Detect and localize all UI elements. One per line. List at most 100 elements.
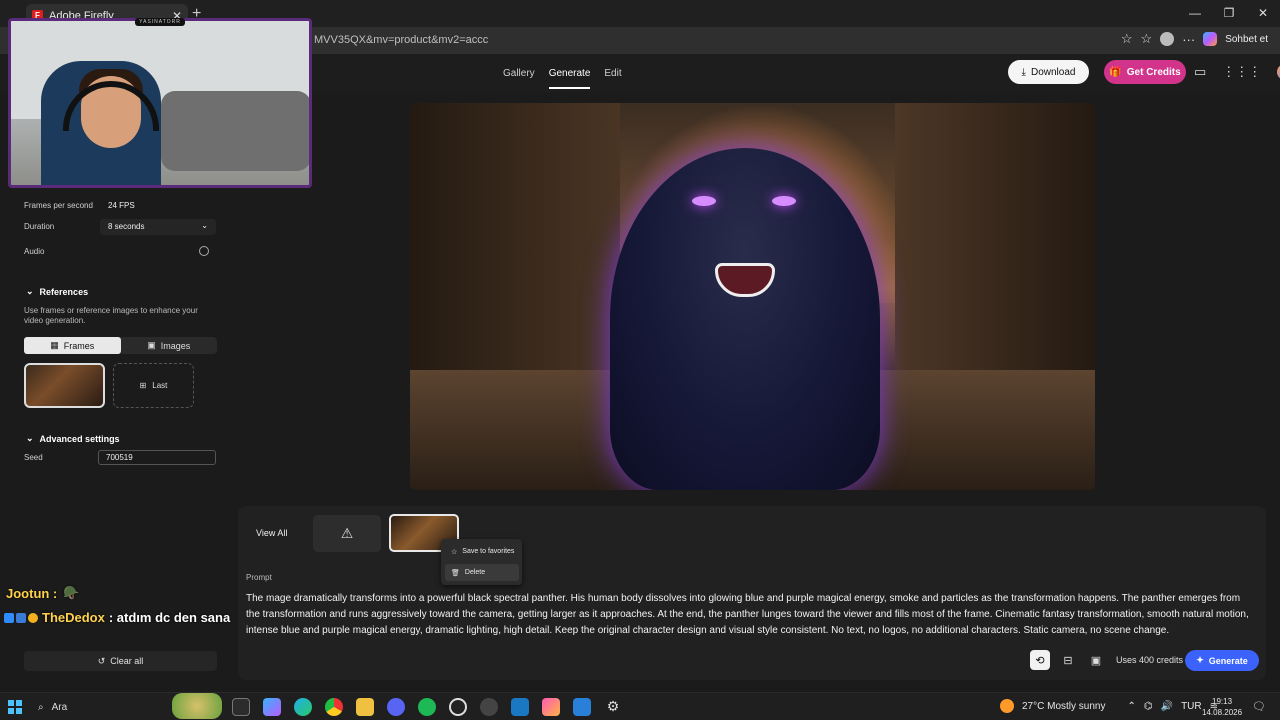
failed-result-tile[interactable]: ⚠ [313,515,381,552]
app-icon[interactable] [511,698,529,716]
video-settings-icon[interactable]: ▣ [1086,650,1106,670]
language-indicator[interactable]: TUR [1181,701,1202,712]
taskbar-clock[interactable]: 19:13 14.08.2026 [1202,696,1242,718]
tab-frames-label: Frames [63,340,95,351]
copilot-chat-label[interactable]: Sohbet et [1225,34,1268,45]
uses-credits-label: Uses 400 credits [1116,655,1184,665]
delete-item[interactable]: 🗑 Delete [445,564,519,581]
clear-all-button[interactable]: ↺ Clear all [24,651,217,671]
notification-icon[interactable]: 🗨 [1252,700,1266,713]
discord-icon[interactable] [387,698,405,716]
prompt-textarea[interactable]: The mage dramatically transforms into a … [246,591,1251,639]
panther-mouth [715,263,775,297]
close-window-icon[interactable]: ✕ [1246,0,1280,27]
more-options-icon[interactable]: ··· [1182,32,1195,47]
seed-input[interactable]: 700519 [98,450,216,465]
download-icon: ⤓ [1021,66,1026,78]
frames-icon: ▦ [50,340,59,350]
preview-panther [610,148,880,490]
view-all-link[interactable]: View All [256,528,287,538]
image-icon: ▣ [147,340,156,350]
copilot-icon[interactable] [1203,32,1218,46]
last-frame-slot[interactable]: ⊞ Last [113,363,194,408]
references-title: References [39,286,89,297]
references-description: Use frames or reference images to enhanc… [24,306,198,325]
webcam-overlay [8,18,312,188]
first-frame-thumbnail[interactable] [24,363,105,408]
edge-icon[interactable] [294,698,312,716]
taskbar-search-placeholder: Ara [51,701,68,713]
webcam-sofa [161,91,309,171]
apps-grid-icon[interactable]: ⋮⋮⋮ [1222,64,1261,80]
settings-gear-icon[interactable]: ⚙ [604,698,622,716]
save-to-favorites-label: Save to favorites [462,548,515,555]
spotify-icon[interactable] [418,698,436,716]
url-field[interactable]: MVV35QX&mv=product&mv2=accc [314,34,488,46]
system-tray: 27°C Mostly sunny ⌃ ⌬ 🔊 TUR ≋ [1000,699,1218,713]
tab-images[interactable]: ▣ Images [121,337,218,354]
minimize-icon[interactable]: — [1178,0,1212,27]
star-icon: ☆ [451,548,458,556]
weather-text[interactable]: 27°C Mostly sunny [1022,701,1105,712]
feedback-icon[interactable]: ▭ [1194,64,1206,80]
reference-type-toggle: ▦ Frames ▣ Images [24,337,217,354]
copilot-app-icon[interactable] [263,698,281,716]
search-icon: ⌕ [38,701,44,713]
aspect-ratio-icon[interactable]: ⊟ [1058,650,1078,670]
task-view-icon[interactable] [232,698,250,716]
fps-value[interactable]: 24 FPS [108,201,135,210]
search-highlight-image [172,693,222,719]
history-icon[interactable]: ⟲ [1030,650,1050,670]
download-button[interactable]: ⤓ Download [1008,60,1089,84]
weather-sun-icon [1000,699,1014,713]
last-frame-label: Last [152,381,168,390]
advanced-settings-header[interactable]: ⌄ Advanced settings [26,433,120,444]
badge-icon [4,612,14,623]
undo-icon: ↺ [97,655,106,666]
get-credits-button[interactable]: 🎁 Get Credits [1104,60,1186,84]
references-header[interactable]: ⌄ References [26,286,88,297]
app-icon[interactable] [480,698,498,716]
file-explorer-icon[interactable] [356,698,374,716]
chevron-up-icon[interactable]: ⌃ [1127,701,1135,712]
windows-start-icon[interactable] [8,700,22,714]
save-to-favorites-item[interactable]: ☆ Save to favorites [445,543,519,560]
app-icon[interactable] [573,698,591,716]
badge-icon [28,612,38,623]
duration-value: 8 seconds [108,222,145,231]
prompt-label: Prompt [246,573,272,582]
profile-avatar-icon[interactable] [1160,32,1175,46]
restore-icon[interactable]: ❐ [1212,0,1246,27]
favorite-star-icon[interactable]: ☆ [1121,31,1133,47]
generate-button[interactable]: ✦ Generate [1185,650,1259,671]
duration-select[interactable]: 8 seconds ⌄ [100,219,216,235]
chevron-down-icon: ⌄ [26,433,34,443]
nav-gallery[interactable]: Gallery [503,68,535,89]
app-icon[interactable] [449,698,467,716]
generated-video-preview[interactable] [410,103,1095,490]
delete-label: Delete [464,569,486,576]
chat-username: TheDedox [42,610,105,625]
volume-icon[interactable]: 🔊 [1161,701,1173,712]
audio-toggle[interactable] [199,246,209,256]
clock-time: 19:13 [1212,697,1233,706]
badge-icon [16,612,26,623]
fps-label: Frames per second [24,201,93,210]
taskbar-search[interactable]: ⌕ Ara [32,693,222,719]
nav-edit[interactable]: Edit [604,68,621,89]
collections-icon[interactable]: ☆ [1141,31,1153,47]
sparkle-icon: ✦ [1196,655,1204,665]
chat-badges [4,612,38,623]
get-credits-label: Get Credits [1126,66,1181,78]
chrome-icon[interactable] [325,698,343,716]
network-icon[interactable]: ⌬ [1144,701,1153,712]
seed-label: Seed [24,453,43,462]
nav-generate[interactable]: Generate [548,68,591,89]
address-bar-tools: ☆ ☆ ··· Sohbet et [1121,31,1268,47]
clock-date: 14.08.2026 [1202,708,1243,717]
warning-icon: ⚠ [340,525,354,541]
prompt-tools: ⟲ ⊟ ▣ Uses 400 credits [1030,650,1183,670]
tab-frames[interactable]: ▦ Frames [24,337,121,354]
app-icon[interactable] [542,698,560,716]
panther-eye-right [772,196,796,206]
